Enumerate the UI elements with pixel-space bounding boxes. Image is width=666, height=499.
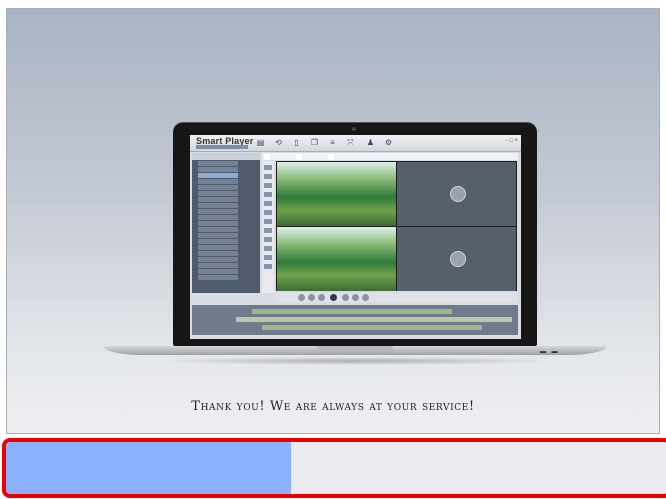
fullscreen-icon: ⤧ (347, 138, 354, 147)
tree-item (198, 167, 238, 172)
tree-item (198, 221, 238, 226)
tree-item (198, 185, 238, 190)
refresh-icon: ⟲ (275, 138, 282, 147)
settings-icon: ⚙ (384, 138, 393, 147)
playback-controls (276, 293, 517, 302)
video-tile (277, 162, 396, 226)
side-toolbar (262, 161, 274, 293)
tree-item (198, 209, 238, 214)
tree-item (198, 197, 238, 202)
tree-item (198, 245, 238, 250)
play-icon (330, 294, 337, 301)
tree-item (198, 227, 238, 232)
device-tree (192, 153, 260, 293)
app-subtitle-bar (196, 145, 248, 149)
progress-fill (6, 442, 291, 494)
camera-placeholder-icon (450, 251, 466, 267)
tree-item (198, 263, 238, 268)
document-icon: ▯ (294, 138, 299, 147)
laptop-base (103, 346, 607, 355)
device-tree-header (192, 153, 260, 160)
video-grid (276, 161, 517, 291)
tree-item (198, 251, 238, 256)
tab-view (264, 154, 270, 160)
thank-you-message: Thank you! We are always at your service… (191, 399, 475, 414)
tree-item (198, 257, 238, 262)
tree-item (198, 161, 238, 166)
list-icon: ≡ (330, 138, 335, 147)
app-toolbar: Smart Player ▤ ⟲ ▯ ❐ ≡ ⤧ ♟ ⚙ - □ × (190, 135, 521, 152)
tab-layout (296, 154, 302, 160)
video-tile-empty (397, 227, 516, 291)
video-tile (277, 227, 396, 291)
tree-item (198, 173, 238, 178)
camera-dot (352, 127, 356, 131)
tree-item (198, 269, 238, 274)
laptop-screen: Smart Player ▤ ⟲ ▯ ❐ ≡ ⤧ ♟ ⚙ - □ × (190, 135, 521, 339)
laptop-illustration: Smart Player ▤ ⟲ ▯ ❐ ≡ ⤧ ♟ ⚙ - □ × (173, 122, 537, 346)
tree-item (198, 233, 238, 238)
installer-panel: Smart Player ▤ ⟲ ▯ ❐ ≡ ⤧ ♟ ⚙ - □ × ▬ ▬ (6, 8, 660, 434)
timeline (192, 305, 518, 335)
folder-icon: ▤ (256, 138, 265, 147)
tree-item (198, 215, 238, 220)
camera-placeholder-icon (450, 186, 466, 202)
video-tile-empty (397, 162, 516, 226)
tree-item (198, 275, 238, 280)
tab-playback (328, 154, 334, 160)
tree-item (198, 239, 238, 244)
tree-item (198, 203, 238, 208)
window-controls: - □ × (505, 138, 518, 144)
copy-icon: ❐ (310, 138, 319, 147)
tree-item (198, 191, 238, 196)
user-icon: ♟ (366, 138, 375, 147)
tree-item (198, 179, 238, 184)
view-tabs (262, 153, 518, 160)
install-progress-bar (2, 438, 666, 498)
